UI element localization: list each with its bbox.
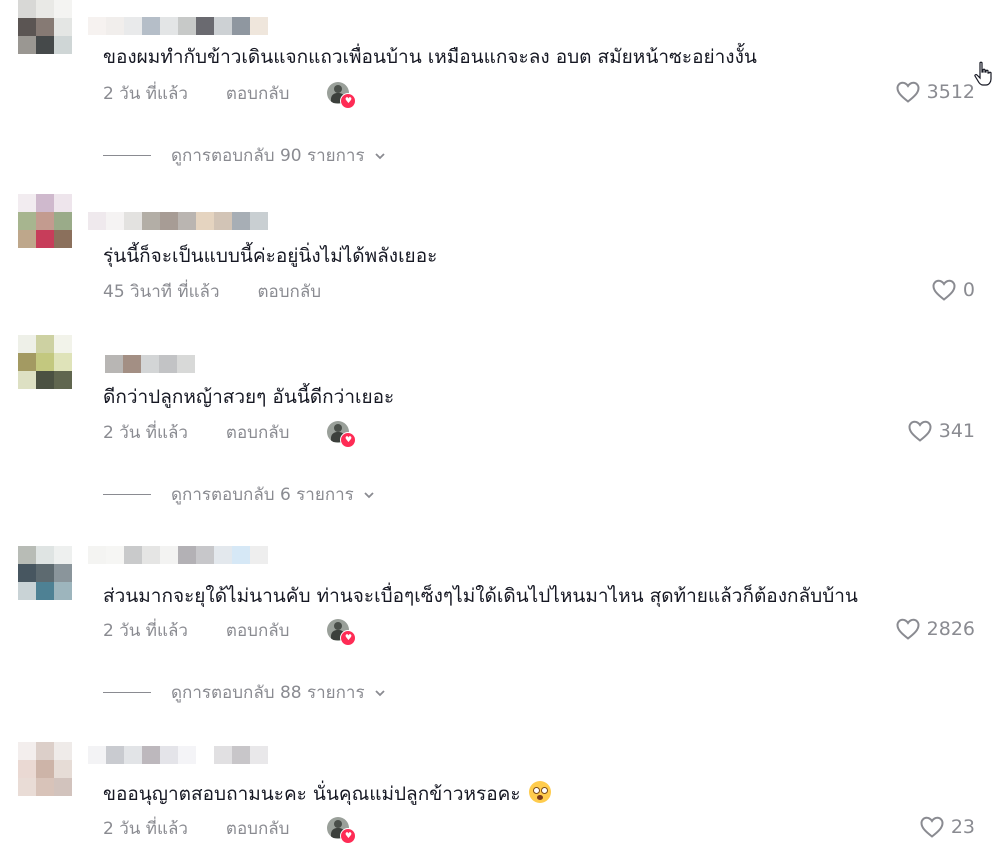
user-avatar[interactable] (18, 194, 72, 248)
comment-text: ขออนุญาตสอบถามนะคะ นั่นคุณแม่ปลูกข้าวหรอ… (103, 781, 551, 807)
divider-line (103, 155, 151, 156)
username-pixelated[interactable] (88, 17, 268, 35)
view-replies-label: ดูการตอบกลับ 6 รายการ (171, 485, 354, 505)
creator-liked-badge: ♥ (327, 817, 357, 844)
heart-badge-icon: ♥ (340, 630, 357, 646)
creator-liked-badge: ♥ (327, 421, 357, 448)
username-pixelated[interactable] (105, 355, 195, 373)
comment-time: 2 วัน ที่แล้ว (103, 423, 188, 443)
comment-time: 2 วัน ที่แล้ว (103, 819, 188, 839)
divider-line (103, 494, 151, 495)
like-button[interactable]: 3512 (895, 80, 975, 104)
reply-button[interactable]: ตอบกลับ (226, 619, 290, 643)
comment-meta: 2 วัน ที่แล้ว ตอบกลับ ♥ (103, 619, 357, 646)
comment-meta: 2 วัน ที่แล้ว ตอบกลับ ♥ (103, 82, 357, 109)
heart-badge-icon: ♥ (340, 828, 357, 844)
creator-liked-badge: ♥ (327, 82, 357, 109)
like-button[interactable]: 341 (907, 419, 975, 443)
comment-text: รุ่นนี้ก็จะเป็นแบบนี้ค่ะอยู่นิ่งไม่ได้พล… (103, 245, 438, 267)
comment-time: 2 วัน ที่แล้ว (103, 621, 188, 641)
heart-outline-icon (908, 420, 932, 442)
view-replies-label: ดูการตอบกลับ 90 รายการ (171, 146, 365, 166)
like-button[interactable]: 2826 (895, 617, 975, 641)
heart-badge-icon: ♥ (340, 432, 357, 448)
comment-meta: 2 วัน ที่แล้ว ตอบกลับ ♥ (103, 421, 357, 448)
like-count: 2826 (926, 618, 975, 640)
view-replies-label: ดูการตอบกลับ 88 รายการ (171, 683, 365, 703)
like-count: 3512 (926, 81, 975, 103)
view-replies-button[interactable]: ดูการตอบกลับ 90 รายการ (103, 142, 385, 169)
comment-text: ส่วนมากจะยุใด้ไม่นานคับ ท่านจะเบื่อๆเซ็ง… (103, 585, 858, 607)
like-count: 341 (938, 420, 975, 442)
heart-outline-icon (920, 816, 944, 838)
reply-button[interactable]: ตอบกลับ (226, 817, 290, 841)
divider-line (103, 692, 151, 693)
heart-outline-icon (932, 279, 956, 301)
username-pixelated[interactable] (88, 546, 268, 564)
like-button[interactable]: 23 (919, 815, 975, 839)
heart-outline-icon (896, 81, 920, 103)
view-replies-button[interactable]: ดูการตอบกลับ 88 รายการ (103, 679, 385, 706)
flushed-face-emoji (528, 781, 551, 803)
like-button[interactable]: 0 (931, 278, 975, 302)
chevron-down-icon (374, 689, 385, 696)
like-count: 23 (950, 816, 975, 838)
username-pixelated[interactable] (88, 212, 268, 230)
hand-pointer-cursor-icon (974, 61, 992, 86)
reply-button[interactable]: ตอบกลับ (226, 421, 290, 445)
heart-outline-icon (896, 618, 920, 640)
comment-time: 45 วินาที ที่แล้ว (103, 282, 220, 302)
chevron-down-icon (374, 152, 385, 159)
comment-text: ของผมทำกับข้าวเดินแจกแถวเพื่อนบ้าน เหมือ… (103, 46, 757, 68)
chevron-down-icon (364, 491, 374, 498)
like-count: 0 (962, 279, 975, 301)
comment-text: ดีกว่าปลูกหญ้าสวยๆ อันนี้ดีกว่าเยอะ (103, 386, 395, 408)
user-avatar[interactable] (18, 742, 72, 796)
user-avatar[interactable] (18, 546, 72, 600)
view-replies-button[interactable]: ดูการตอบกลับ 6 รายการ (103, 481, 374, 508)
creator-liked-badge: ♥ (327, 619, 357, 646)
comment-text-content: ขออนุญาตสอบถามนะคะ นั่นคุณแม่ปลูกข้าวหรอ… (103, 783, 521, 805)
reply-button[interactable]: ตอบกลับ (258, 280, 322, 304)
comment-time: 2 วัน ที่แล้ว (103, 84, 188, 104)
heart-badge-icon: ♥ (340, 93, 357, 109)
comment-meta: 45 วินาที ที่แล้ว ตอบกลับ (103, 280, 321, 304)
comment-meta: 2 วัน ที่แล้ว ตอบกลับ ♥ (103, 817, 357, 844)
username-pixelated[interactable] (88, 746, 268, 764)
user-avatar[interactable] (18, 0, 72, 54)
user-avatar[interactable] (18, 335, 72, 389)
reply-button[interactable]: ตอบกลับ (226, 82, 290, 106)
